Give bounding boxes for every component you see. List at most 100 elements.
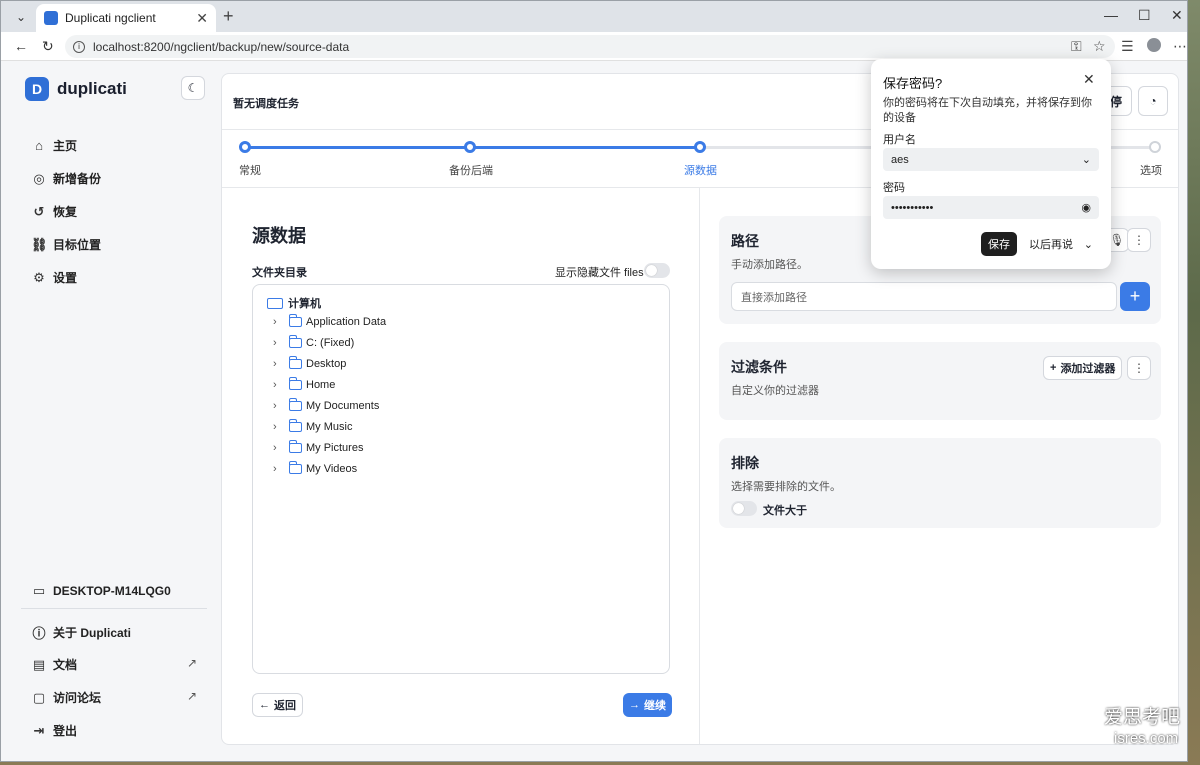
add-filter-button[interactable]: + 添加过滤器 (1043, 356, 1123, 380)
sidebar-item-docs[interactable]: ▤ 文档 (31, 656, 77, 673)
moon-icon: ☾ (187, 81, 199, 95)
tree-item[interactable]: › Home (273, 377, 335, 391)
back-button[interactable]: ← 返回 (252, 693, 303, 717)
show-hidden-label: 显示隐藏文件 files (555, 267, 644, 279)
tree-item[interactable]: › My Documents (273, 398, 380, 412)
tab-list-button[interactable]: ⌄ (9, 7, 33, 27)
sidebar-item-restore[interactable]: ↺ 恢复 (31, 203, 77, 220)
tree-root-computer[interactable]: 计算机 (267, 295, 321, 311)
chevron-right-icon[interactable]: › (273, 400, 287, 412)
divider (21, 608, 207, 609)
exclude-section: 排除 选择需要排除的文件。 文件大于 (719, 438, 1161, 528)
favorites-list-icon[interactable]: ☰ (1121, 38, 1134, 55)
logout-icon: ⇥ (33, 722, 45, 738)
step-dot-destination[interactable] (464, 141, 476, 153)
not-now-button[interactable]: 以后再说 ⌄ (1023, 232, 1099, 256)
close-icon[interactable]: ✕ (1083, 71, 1095, 88)
tree-item[interactable]: › C: (Fixed) (273, 335, 354, 349)
external-link-icon: ↗ (187, 689, 198, 703)
save-password-button[interactable]: 保存 (981, 232, 1017, 256)
url-field[interactable]: i localhost:8200/ngclient/backup/new/sou… (65, 35, 1115, 58)
tree-item-label: My Documents (306, 400, 380, 412)
file-size-toggle[interactable] (731, 501, 757, 516)
sidebar-item-label: 访问论坛 (53, 691, 102, 705)
machine-label: DESKTOP-M14LQG0 (53, 584, 171, 598)
back-icon[interactable]: ← (14, 38, 28, 54)
step-label-destination[interactable]: 备份后端 (449, 162, 493, 178)
favorite-star-icon[interactable]: ☆ (1093, 38, 1106, 55)
sidebar-item-label: 文档 (53, 658, 78, 672)
tree-item[interactable]: › Desktop (273, 356, 346, 370)
chevron-right-icon[interactable]: › (273, 316, 287, 328)
chevron-down-icon: ⌄ (1081, 154, 1091, 166)
external-link-icon: ↗ (187, 656, 198, 670)
favicon-icon (44, 11, 58, 25)
logo[interactable]: D duplicati (25, 77, 127, 101)
show-hidden-toggle[interactable] (644, 263, 670, 278)
sidebar-item-label: 关于 Duplicati (53, 626, 132, 640)
new-tab-button[interactable]: + (223, 6, 234, 27)
step-label-options[interactable]: 选项 (1140, 162, 1162, 178)
step-label-general[interactable]: 常规 (239, 162, 261, 178)
microphone-icon: 🎙 (1109, 233, 1125, 247)
password-key-icon[interactable]: ⚿ (1071, 38, 1082, 55)
sidebar-item-label: 主页 (53, 139, 78, 153)
more-menu-icon[interactable]: ⋯ (1173, 38, 1187, 55)
tab-title: Duplicati ngclient (65, 11, 156, 25)
tree-item-label: Application Data (306, 316, 387, 328)
username-select[interactable]: aes ⌄ (883, 148, 1099, 171)
chevron-right-icon[interactable]: › (273, 442, 287, 454)
info-icon[interactable]: i (73, 40, 85, 53)
chevron-right-icon[interactable]: › (273, 421, 287, 433)
continue-label: 继续 (644, 700, 666, 712)
tree-item-label: My Videos (306, 463, 358, 475)
arrow-left-icon: ← (259, 699, 270, 711)
filter-section: 过滤条件 自定义你的过滤器 (719, 342, 1161, 420)
pause-label: 停 (1109, 94, 1122, 109)
step-label-source[interactable]: 源数据 (684, 162, 717, 178)
tab-close-icon[interactable]: ✕ (196, 10, 208, 27)
close-window-button[interactable]: ✕ (1171, 7, 1183, 24)
theme-toggle-button[interactable]: ☾ (181, 76, 205, 100)
sidebar-item-new-backup[interactable]: ◎ 新增备份 (31, 170, 101, 187)
add-path-button[interactable]: + (1120, 282, 1150, 311)
path-more-button[interactable]: ⋮ (1127, 228, 1151, 252)
tree-item[interactable]: › My Music (273, 419, 353, 433)
filter-more-button[interactable]: ⋮ (1127, 356, 1151, 380)
save-label: 保存 (988, 239, 1010, 251)
chevron-right-icon[interactable]: › (273, 358, 287, 370)
password-field[interactable]: ••••••••••• ◉ (883, 196, 1099, 219)
chevron-right-icon[interactable]: › (273, 379, 287, 391)
maximize-button[interactable]: ☐ (1138, 7, 1151, 24)
sidebar-item-forum[interactable]: ▢ 访问论坛 (31, 689, 101, 706)
tree-root-label: 计算机 (288, 298, 321, 310)
sidebar-item-label: 设置 (53, 271, 78, 285)
path-input[interactable]: 直接添加路径 (731, 282, 1117, 311)
sidebar-item-home[interactable]: ⌂ 主页 (31, 137, 77, 154)
chevron-right-icon[interactable]: › (273, 463, 287, 475)
folder-icon (289, 356, 302, 369)
refresh-icon[interactable]: ↻ (42, 38, 54, 55)
minimize-button[interactable]: — (1104, 7, 1118, 23)
step-dot-options[interactable] (1149, 141, 1161, 153)
profile-avatar[interactable] (1147, 38, 1161, 52)
sidebar-item-logout[interactable]: ⇥ 登出 (31, 722, 77, 739)
sidebar-item-about[interactable]: ⓘ 关于 Duplicati (31, 623, 131, 642)
step-dot-source[interactable] (694, 141, 706, 153)
sidebar-item-destinations[interactable]: ⛓ 目标位置 (31, 236, 101, 253)
plus-icon: + (1129, 286, 1141, 306)
browser-tab[interactable]: Duplicati ngclient ✕ (36, 4, 216, 32)
chevron-right-icon[interactable]: › (273, 337, 287, 349)
exclude-subtitle: 选择需要排除的文件。 (731, 481, 841, 493)
folder-tree-label: 文件夹目录 (252, 267, 307, 279)
eye-icon[interactable]: ◉ (1081, 201, 1091, 214)
tree-item[interactable]: › My Videos (273, 461, 358, 475)
tree-item-label: My Music (306, 421, 353, 433)
tree-item[interactable]: › My Pictures (273, 440, 363, 454)
tree-item[interactable]: › Application Data (273, 314, 387, 328)
step-dot-general[interactable] (239, 141, 251, 153)
continue-button[interactable]: → 继续 (623, 693, 672, 717)
sidebar-item-settings[interactable]: ⚙ 设置 (31, 269, 77, 286)
speed-button[interactable]: ◔ (1138, 86, 1168, 116)
database-icon: ◎ (33, 170, 45, 186)
